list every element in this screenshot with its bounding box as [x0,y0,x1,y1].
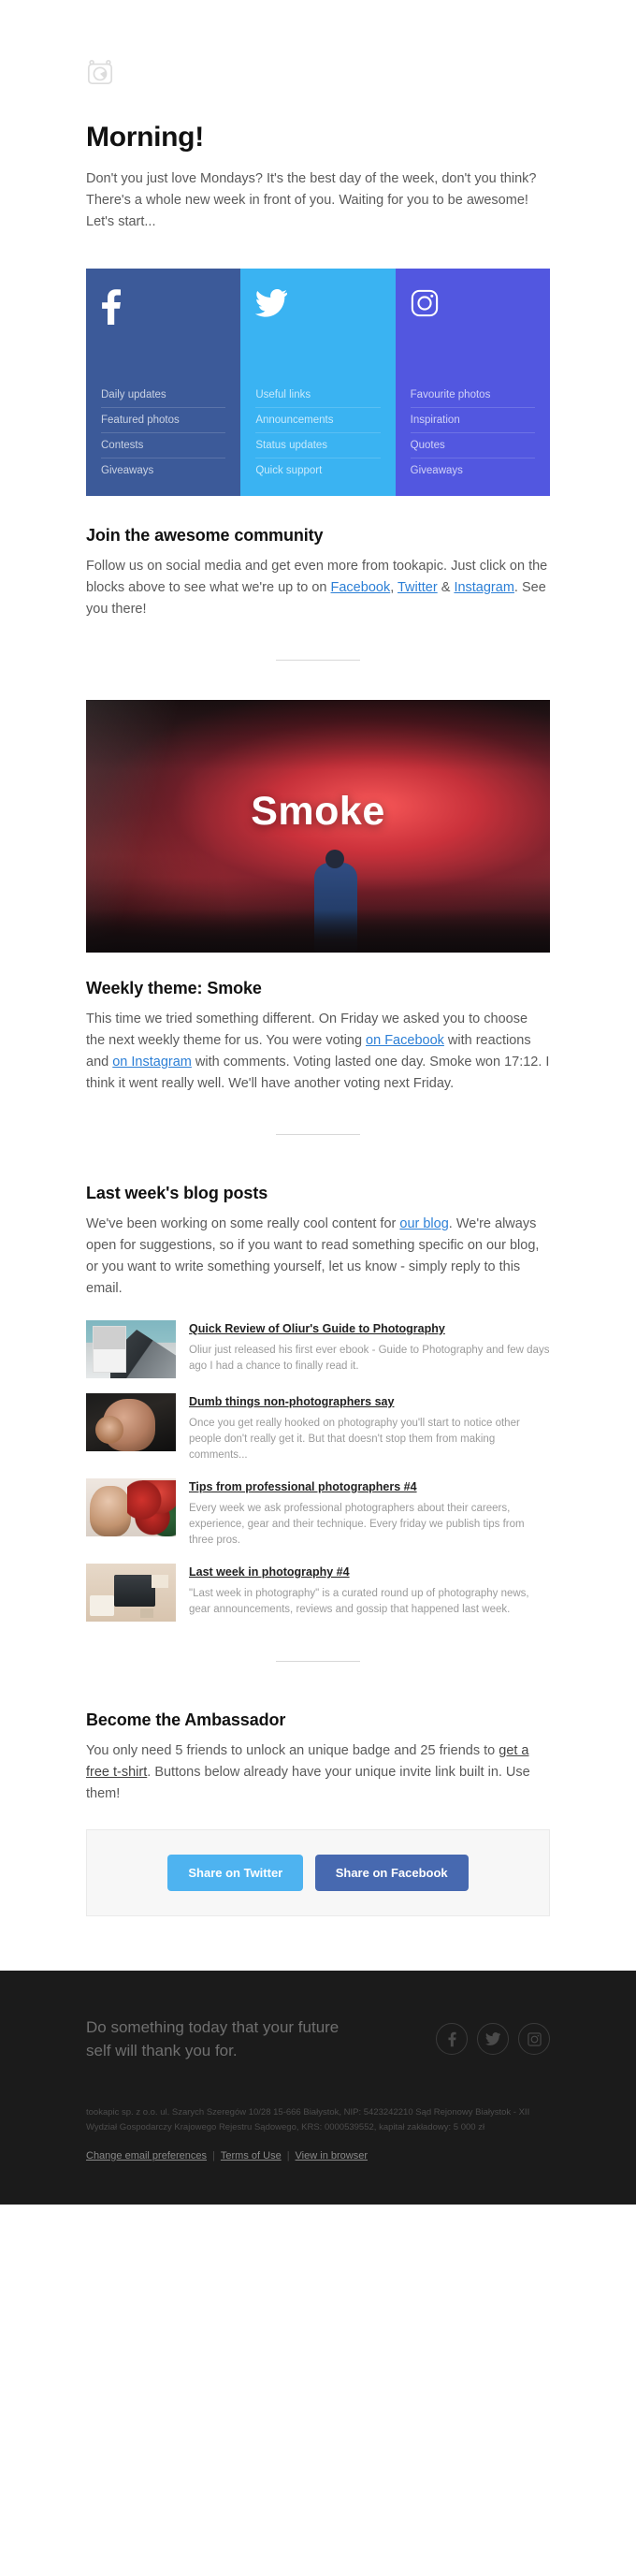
link-on-facebook[interactable]: on Facebook [366,1033,444,1048]
instagram-icon[interactable] [518,2023,550,2055]
ambassador-text-1: You only need 5 friends to unlock an uni… [86,1743,499,1758]
list-item[interactable]: Quick Review of Oliur's Guide to Photogr… [86,1320,550,1378]
community-text-2: , [390,580,398,595]
post-title-link[interactable]: Last week in photography #4 [189,1565,550,1580]
list-item[interactable]: Favourite photos [410,383,535,408]
desk-laptop-thumbnail-icon[interactable] [86,1564,176,1622]
facebook-icon [101,289,225,343]
post-body: Quick Review of Oliur's Guide to Photogr… [189,1320,550,1378]
blog-intro-1: We've been working on some really cool c… [86,1216,400,1231]
list-item[interactable]: Tips from professional photographers #4 … [86,1478,550,1549]
link-our-blog[interactable]: our blog [399,1216,448,1231]
ambassador-paragraph: You only need 5 friends to unlock an uni… [86,1740,550,1805]
list-item[interactable]: Last week in photography #4 "Last week i… [86,1564,550,1622]
footer: Do something today that your future self… [0,1971,636,2205]
footer-slogan: Do something today that your future self… [86,2018,340,2059]
share-buttons-card: Share on Twitter Share on Facebook [86,1829,550,1916]
email-body: Morning! Don't you just love Mondays? It… [0,0,636,2205]
separator: | [212,2150,215,2161]
separator: | [286,2150,290,2161]
instagram-link-list: Favourite photos Inspiration Quotes Give… [410,383,535,483]
list-item[interactable]: Status updates [255,433,381,458]
twitter-icon[interactable] [477,2023,509,2055]
post-title-link[interactable]: Quick Review of Oliur's Guide to Photogr… [189,1321,550,1337]
post-body: Dumb things non-photographers say Once y… [189,1393,550,1463]
hero-ground-shadow [86,910,550,953]
footer-links: Change email preferences | Terms of Use | Vi… [86,2150,550,2161]
twitter-link-list: Useful links Announcements Status update… [255,383,381,483]
share-on-twitter-button[interactable]: Share on Twitter [167,1855,304,1891]
list-item[interactable]: Announcements [255,408,381,433]
weekly-theme-paragraph: This time we tried something different. … [86,1009,550,1095]
post-description: Oliur just released his first ever ebook… [189,1345,550,1372]
post-title-link[interactable]: Tips from professional photographers #4 [189,1479,550,1495]
social-blocks-row: Daily updates Featured photos Contests G… [86,269,550,496]
list-item[interactable]: Inspiration [410,408,535,433]
greeting-block: Morning! [0,86,636,153]
brand-logo-row [0,0,636,86]
footer-inner: Do something today that your future self… [86,2016,550,2161]
share-on-facebook-button[interactable]: Share on Facebook [314,1855,469,1891]
link-terms-of-use[interactable]: Terms of Use [221,2150,282,2161]
post-description: Every week we ask professional photograp… [189,1503,525,1546]
house-ebook-thumbnail-icon[interactable] [86,1320,176,1378]
link-view-in-browser[interactable]: View in browser [296,2150,368,2161]
list-item[interactable]: Giveaways [411,458,535,483]
link-instagram[interactable]: Instagram [454,580,513,595]
post-description: "Last week in photography" is a curated … [189,1588,529,1615]
page-title: Morning! [86,122,204,153]
list-item[interactable]: Useful links [255,383,381,408]
weekly-theme-hero-image: Smoke [86,700,550,953]
instagram-icon [411,289,535,343]
divider [276,660,360,661]
facebook-icon[interactable] [436,2023,468,2055]
link-change-email-preferences[interactable]: Change email preferences [86,2150,207,2161]
list-item[interactable]: Featured photos [101,408,226,433]
social-block-twitter[interactable]: Useful links Announcements Status update… [240,269,396,496]
intro-paragraph: Don't you just love Mondays? It's the be… [86,171,537,229]
list-item[interactable]: Daily updates [101,383,226,408]
post-title-link[interactable]: Dumb things non-photographers say [189,1394,550,1410]
photographer-flowers-thumbnail-icon[interactable] [86,1478,176,1536]
blog-post-list: Quick Review of Oliur's Guide to Photogr… [86,1320,550,1622]
list-item[interactable]: Quotes [410,433,535,458]
weekly-theme-title: Weekly theme: Smoke [86,979,262,997]
intro-block: Don't you just love Mondays? It's the be… [0,153,636,233]
twitter-icon [255,289,380,343]
tookapic-camera-logo-icon [86,58,114,86]
post-body: Last week in photography #4 "Last week i… [189,1564,550,1622]
community-title: Join the awesome community [86,526,324,545]
blog-intro-paragraph: We've been working on some really cool c… [86,1214,550,1300]
weekly-theme-section: Weekly theme: Smoke This time we tried s… [0,953,636,1095]
link-facebook[interactable]: Facebook [331,580,391,595]
social-block-facebook[interactable]: Daily updates Featured photos Contests G… [86,269,241,496]
social-block-instagram[interactable]: Favourite photos Inspiration Quotes Give… [395,269,550,496]
list-item[interactable]: Quick support [255,458,380,483]
ambassador-section: Become the Ambassador You only need 5 fr… [0,1701,636,1805]
community-text-3: & [437,580,455,595]
ambassador-title: Become the Ambassador [86,1710,286,1729]
facebook-link-list: Daily updates Featured photos Contests G… [101,383,226,483]
community-section: Join the awesome community Follow us on … [0,496,636,620]
footer-social-icons [436,2023,550,2055]
blog-section-header: Last week's blog posts We've been workin… [0,1174,636,1300]
divider [276,1134,360,1135]
blog-title: Last week's blog posts [86,1184,268,1202]
divider [276,1661,360,1662]
ambassador-text-2: . Buttons below already have your unique… [86,1765,530,1801]
hero-title: Smoke [251,789,385,834]
footer-top-row: Do something today that your future self… [86,2016,550,2062]
list-item[interactable]: Contests [101,433,226,458]
post-description: Once you get really hooked on photograph… [189,1418,520,1461]
link-on-instagram[interactable]: on Instagram [112,1055,192,1070]
community-paragraph: Follow us on social media and get even m… [86,556,550,620]
post-body: Tips from professional photographers #4 … [189,1478,550,1549]
link-twitter[interactable]: Twitter [398,580,438,595]
list-item[interactable]: Dumb things non-photographers say Once y… [86,1393,550,1463]
facepalm-thumbnail-icon[interactable] [86,1393,176,1451]
list-item[interactable]: Giveaways [101,458,225,483]
footer-legal-text: tookapic sp. z o.o. ul. Szarych Szeregów… [86,2107,530,2132]
